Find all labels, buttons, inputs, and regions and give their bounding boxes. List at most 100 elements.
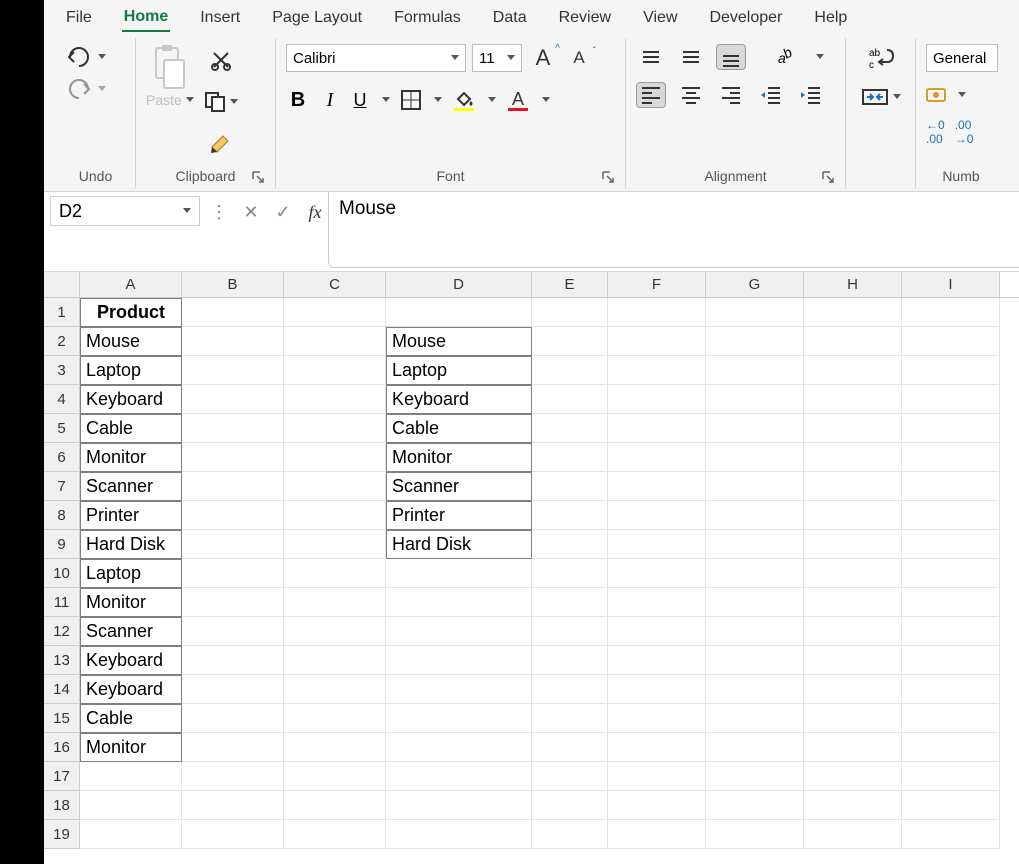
align-center-button[interactable] [676,82,706,108]
tab-developer[interactable]: Developer [707,5,784,31]
cell-B18[interactable] [182,791,284,820]
cell-G10[interactable] [706,559,804,588]
cell-H16[interactable] [804,733,902,762]
cell-F4[interactable] [608,385,706,414]
row-header-7[interactable]: 7 [44,472,80,501]
row-header-6[interactable]: 6 [44,443,80,472]
cell-D19[interactable] [386,820,532,849]
cell-H17[interactable] [804,762,902,791]
cell-C6[interactable] [284,443,386,472]
cell-D6[interactable]: Monitor [386,443,532,472]
row-header-16[interactable]: 16 [44,733,80,762]
cell-H3[interactable] [804,356,902,385]
column-header-A[interactable]: A [80,272,182,297]
dialog-launcher-icon[interactable] [601,170,615,184]
cell-F18[interactable] [608,791,706,820]
cell-I2[interactable] [902,327,1000,356]
cell-G7[interactable] [706,472,804,501]
cell-H9[interactable] [804,530,902,559]
cell-F14[interactable] [608,675,706,704]
cell-I14[interactable] [902,675,1000,704]
cell-G5[interactable] [706,414,804,443]
cell-H12[interactable] [804,617,902,646]
row-header-4[interactable]: 4 [44,385,80,414]
row-header-17[interactable]: 17 [44,762,80,791]
cell-D18[interactable] [386,791,532,820]
cell-I12[interactable] [902,617,1000,646]
italic-button[interactable]: I [320,89,340,112]
cell-G19[interactable] [706,820,804,849]
cell-D11[interactable] [386,588,532,617]
cell-B6[interactable] [182,443,284,472]
align-right-button[interactable] [716,82,746,108]
cell-B17[interactable] [182,762,284,791]
cell-C2[interactable] [284,327,386,356]
cell-F8[interactable] [608,501,706,530]
cell-B3[interactable] [182,356,284,385]
cell-I19[interactable] [902,820,1000,849]
cell-E13[interactable] [532,646,608,675]
cell-I18[interactable] [902,791,1000,820]
cell-A18[interactable] [80,791,182,820]
align-bottom-button[interactable] [716,44,746,70]
cell-H18[interactable] [804,791,902,820]
more-icon[interactable]: ⋮ [206,200,232,224]
cell-C13[interactable] [284,646,386,675]
cell-I15[interactable] [902,704,1000,733]
cell-A10[interactable]: Laptop [80,559,182,588]
row-header-9[interactable]: 9 [44,530,80,559]
cell-B14[interactable] [182,675,284,704]
chevron-down-icon[interactable] [382,97,390,103]
cell-A11[interactable]: Monitor [80,588,182,617]
row-header-14[interactable]: 14 [44,675,80,704]
cell-C8[interactable] [284,501,386,530]
cell-H19[interactable] [804,820,902,849]
cell-C14[interactable] [284,675,386,704]
cell-D13[interactable] [386,646,532,675]
cell-F7[interactable] [608,472,706,501]
tab-file[interactable]: File [64,5,94,31]
cell-I11[interactable] [902,588,1000,617]
enter-formula-button[interactable]: ✓ [270,200,296,224]
row-header-8[interactable]: 8 [44,501,80,530]
cell-C17[interactable] [284,762,386,791]
cell-B12[interactable] [182,617,284,646]
cell-I4[interactable] [902,385,1000,414]
cell-A6[interactable]: Monitor [80,443,182,472]
cell-E7[interactable] [532,472,608,501]
cell-G15[interactable] [706,704,804,733]
cell-D12[interactable] [386,617,532,646]
format-painter-button[interactable] [204,130,238,158]
cell-I9[interactable] [902,530,1000,559]
cell-B15[interactable] [182,704,284,733]
increase-decimal-button[interactable]: .00→0 [955,118,974,146]
cell-G4[interactable] [706,385,804,414]
decrease-indent-button[interactable] [756,82,786,108]
tab-page-layout[interactable]: Page Layout [270,5,364,31]
cell-F10[interactable] [608,559,706,588]
cell-I8[interactable] [902,501,1000,530]
column-header-B[interactable]: B [182,272,284,297]
cell-F17[interactable] [608,762,706,791]
cell-G18[interactable] [706,791,804,820]
cell-G14[interactable] [706,675,804,704]
cut-button[interactable] [204,46,238,74]
font-size-selector[interactable]: 11 [472,44,522,72]
cell-G8[interactable] [706,501,804,530]
cell-G2[interactable] [706,327,804,356]
cell-E8[interactable] [532,501,608,530]
cell-C15[interactable] [284,704,386,733]
align-left-button[interactable] [636,82,666,108]
cell-E2[interactable] [532,327,608,356]
cell-E1[interactable] [532,298,608,327]
cell-D3[interactable]: Laptop [386,356,532,385]
tab-help[interactable]: Help [812,5,849,31]
cell-G9[interactable] [706,530,804,559]
column-header-E[interactable]: E [532,272,608,297]
cell-B10[interactable] [182,559,284,588]
font-color-button[interactable]: A [506,89,530,111]
tab-view[interactable]: View [641,5,679,31]
cell-F9[interactable] [608,530,706,559]
cell-D16[interactable] [386,733,532,762]
cell-D5[interactable]: Cable [386,414,532,443]
